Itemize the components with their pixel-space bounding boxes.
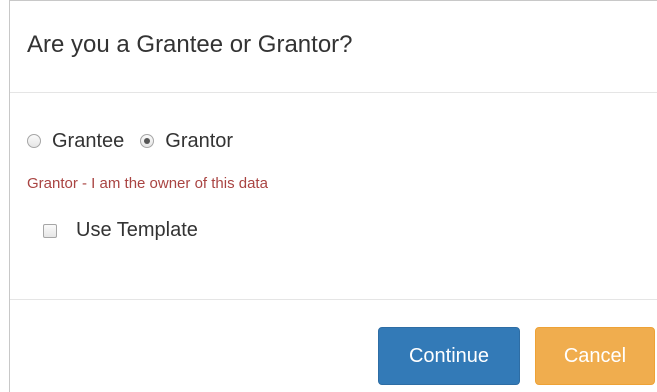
- grantee-label: Grantee: [52, 129, 125, 152]
- dialog-title: Are you a Grantee or Grantor?: [27, 31, 353, 58]
- dialog-body: Grantee Grantor Grantor - I am the owner…: [10, 93, 657, 300]
- grantor-label: Grantor: [165, 129, 234, 152]
- grantor-radio[interactable]: [140, 134, 155, 148]
- continue-button[interactable]: Continue: [378, 327, 520, 385]
- grantee-radio[interactable]: [27, 134, 41, 148]
- grantee-option[interactable]: Grantee: [27, 130, 124, 153]
- use-template-checkbox[interactable]: [43, 223, 57, 238]
- use-template-label: Use Template: [76, 219, 198, 241]
- grantee-grantor-dialog: Are you a Grantee or Grantor? Grantee Gr…: [9, 0, 657, 392]
- cancel-button[interactable]: Cancel: [535, 327, 655, 385]
- role-radio-group: Grantee Grantor: [27, 128, 249, 154]
- use-template-option[interactable]: Use Template: [43, 219, 198, 242]
- role-hint-text: Grantor - I am the owner of this data: [27, 175, 268, 192]
- grantor-option[interactable]: Grantor: [140, 130, 233, 153]
- dialog-footer: Continue Cancel: [10, 300, 657, 392]
- dialog-header: Are you a Grantee or Grantor?: [10, 1, 657, 93]
